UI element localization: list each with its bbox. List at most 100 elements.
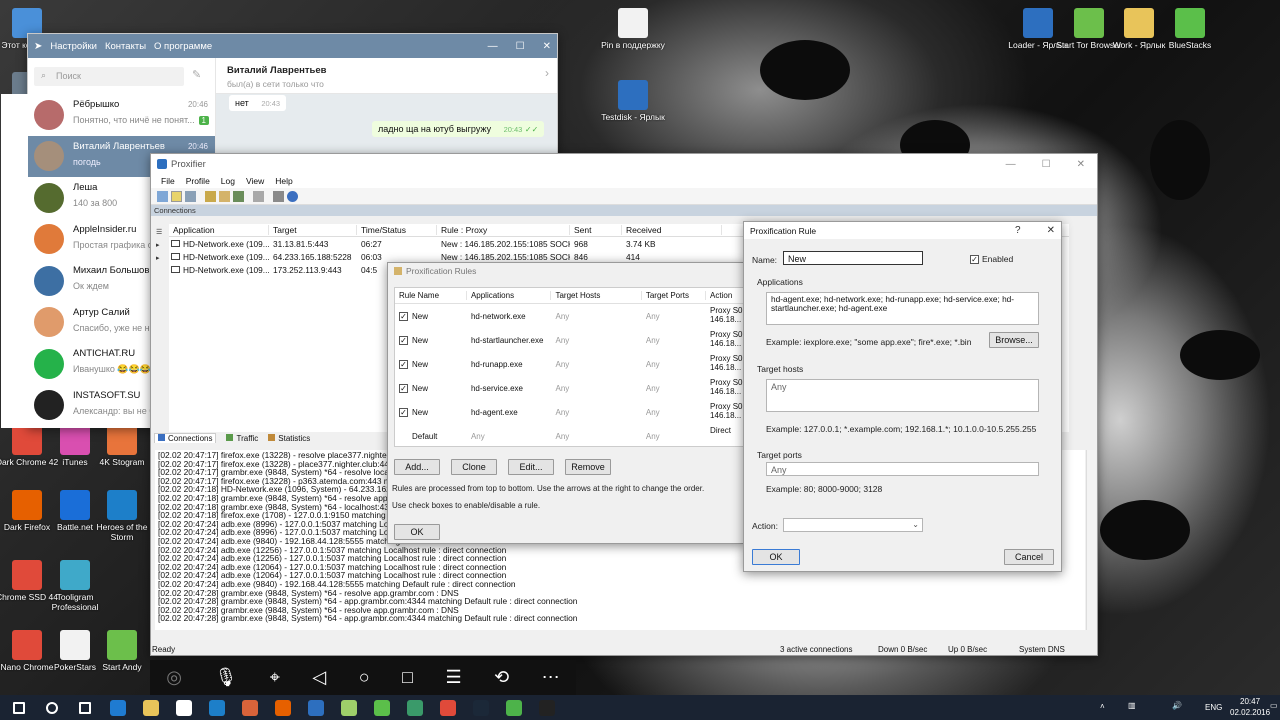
- taskbar-item[interactable]: [266, 695, 300, 720]
- print-icon[interactable]: [273, 190, 284, 202]
- desktop-icon[interactable]: Testdisk - Ярлык: [598, 80, 668, 122]
- rule-row[interactable]: ✓ New hd-runapp.exe Any Any Proxy S0 146.18..…: [395, 352, 745, 376]
- location-icon[interactable]: ⌖: [270, 667, 280, 688]
- target-ports-input[interactable]: Any: [766, 462, 1039, 476]
- desktop-icon[interactable]: 4K Stogram: [87, 425, 157, 467]
- target-hosts-textarea[interactable]: Any: [766, 379, 1039, 412]
- save-profile-icon[interactable]: [185, 190, 196, 202]
- proxy-servers-icon[interactable]: [205, 190, 216, 202]
- rule-ok-button[interactable]: OK: [752, 549, 800, 565]
- help-icon[interactable]: [287, 190, 298, 202]
- network-icon[interactable]: ▥: [1128, 701, 1136, 710]
- rotate-icon[interactable]: ⟲: [494, 667, 509, 688]
- taskbar-item[interactable]: [68, 695, 102, 720]
- help-question-icon[interactable]: ?: [1015, 225, 1021, 236]
- microphone-icon[interactable]: 🎙: [214, 667, 237, 688]
- taskbar-item[interactable]: [299, 695, 333, 720]
- search-input[interactable]: ⌕ Поиск: [34, 67, 184, 86]
- edit-rule-button[interactable]: Edit...: [508, 459, 554, 475]
- home-icon[interactable]: ○: [359, 667, 370, 688]
- tab-connections[interactable]: Connections: [154, 433, 217, 443]
- language-indicator[interactable]: ENG: [1205, 703, 1222, 712]
- taskbar-item[interactable]: [398, 695, 432, 720]
- menu-settings[interactable]: Настройки: [50, 41, 97, 52]
- column-header[interactable]: Target Hosts: [551, 291, 642, 300]
- taskbar-item[interactable]: [2, 695, 36, 720]
- menu-item[interactable]: Help: [275, 176, 292, 186]
- advanced-icon[interactable]: [253, 190, 264, 202]
- column-header[interactable]: Action: [706, 291, 745, 300]
- taskbar-item[interactable]: [200, 695, 234, 720]
- taskbar-item[interactable]: [167, 695, 201, 720]
- desktop-icon[interactable]: BlueStacks: [1155, 8, 1225, 50]
- volume-icon[interactable]: 🔊: [1172, 701, 1182, 710]
- menu-contacts[interactable]: Контакты: [105, 41, 146, 52]
- rule-row[interactable]: ✓ New hd-network.exe Any Any Proxy S0 146.18.…: [395, 304, 745, 328]
- remove-rule-button[interactable]: Remove: [565, 459, 611, 475]
- taskbar-item[interactable]: [233, 695, 267, 720]
- tab-traffic[interactable]: Traffic: [226, 433, 258, 443]
- rule-row[interactable]: ✓ New hd-startlauncher.exe Any Any Proxy S0 1…: [395, 328, 745, 352]
- column-header[interactable]: Rule Name: [395, 291, 467, 300]
- tray-chevron-icon[interactable]: ˄: [1100, 702, 1105, 711]
- browse-button[interactable]: Browse...: [989, 332, 1039, 348]
- minimize-icon[interactable]: —: [1006, 159, 1016, 170]
- recent-apps-icon[interactable]: □: [402, 667, 413, 688]
- clock-time[interactable]: 20:47: [1240, 697, 1260, 706]
- rule-checkbox[interactable]: ✓: [399, 383, 408, 393]
- tab-statistics[interactable]: Statistics: [268, 433, 310, 443]
- menu-item[interactable]: Profile: [186, 176, 210, 186]
- taskbar-item[interactable]: [101, 695, 135, 720]
- taskbar-item[interactable]: [431, 695, 465, 720]
- add-rule-button[interactable]: Add...: [394, 459, 440, 475]
- rule-checkbox[interactable]: ✓: [399, 359, 408, 369]
- rule-name-input[interactable]: New: [783, 251, 923, 265]
- action-select[interactable]: ⌄: [783, 518, 923, 532]
- taskbar-item[interactable]: [134, 695, 168, 720]
- new-profile-icon[interactable]: [157, 190, 168, 202]
- dns-icon[interactable]: [233, 190, 244, 202]
- rule-row[interactable]: ✓ New hd-agent.exe Any Any Proxy S0 146.18...: [395, 400, 745, 424]
- column-header[interactable]: Rule : Proxy: [437, 225, 570, 235]
- rule-checkbox[interactable]: ✓: [399, 335, 408, 345]
- chevron-right-icon[interactable]: ›: [545, 66, 549, 80]
- rules-ok-button[interactable]: OK: [394, 524, 440, 540]
- close-icon[interactable]: ✕: [543, 41, 551, 52]
- taskbar-item[interactable]: [332, 695, 366, 720]
- compose-icon[interactable]: ✎: [192, 68, 201, 81]
- applications-textarea[interactable]: hd-agent.exe; hd-network.exe; hd-runapp.…: [766, 292, 1039, 325]
- desktop-icon[interactable]: Tooligram Professional: [40, 560, 110, 612]
- clock-date[interactable]: 02.02.2016: [1230, 708, 1270, 717]
- column-header[interactable]: Application: [169, 225, 269, 235]
- menu-icon[interactable]: ☰: [445, 667, 461, 688]
- menu-item[interactable]: File: [161, 176, 175, 186]
- column-header[interactable]: Target Ports: [642, 291, 707, 300]
- rule-checkbox[interactable]: ✓: [399, 407, 408, 417]
- rule-cancel-button[interactable]: Cancel: [1004, 549, 1054, 565]
- minimize-icon[interactable]: —: [488, 41, 498, 52]
- taskbar-item[interactable]: [497, 695, 531, 720]
- menu-item[interactable]: Log: [221, 176, 235, 186]
- desktop-icon[interactable]: Start Andy: [87, 630, 157, 672]
- taskbar-item[interactable]: [365, 695, 399, 720]
- column-header[interactable]: Time/Status: [357, 225, 437, 235]
- rule-row[interactable]: ✓ New hd-service.exe Any Any Proxy S0 146.18.…: [395, 376, 745, 400]
- desktop-icon[interactable]: Heroes of the Storm: [87, 490, 157, 542]
- rule-row[interactable]: Default Any Any Any Direct: [395, 424, 745, 446]
- open-profile-icon[interactable]: [171, 190, 182, 202]
- column-header[interactable]: Sent: [570, 225, 622, 235]
- close-icon[interactable]: ✕: [1047, 225, 1055, 236]
- menu-about[interactable]: О программе: [154, 41, 212, 52]
- rules-icon[interactable]: [219, 190, 230, 202]
- maximize-icon[interactable]: ☐: [1042, 159, 1051, 170]
- back-icon[interactable]: ◁: [312, 667, 326, 688]
- enabled-checkbox[interactable]: ✓ Enabled: [970, 254, 1013, 264]
- clone-rule-button[interactable]: Clone: [451, 459, 497, 475]
- log-scrollbar[interactable]: [1086, 450, 1096, 630]
- menu-item[interactable]: View: [246, 176, 264, 186]
- record-icon[interactable]: ◎: [166, 667, 182, 688]
- rule-checkbox[interactable]: ✓: [399, 311, 408, 321]
- more-icon[interactable]: ⋯: [542, 667, 560, 688]
- taskbar-item[interactable]: [530, 695, 564, 720]
- desktop-icon[interactable]: Pin в поддержку: [598, 8, 668, 50]
